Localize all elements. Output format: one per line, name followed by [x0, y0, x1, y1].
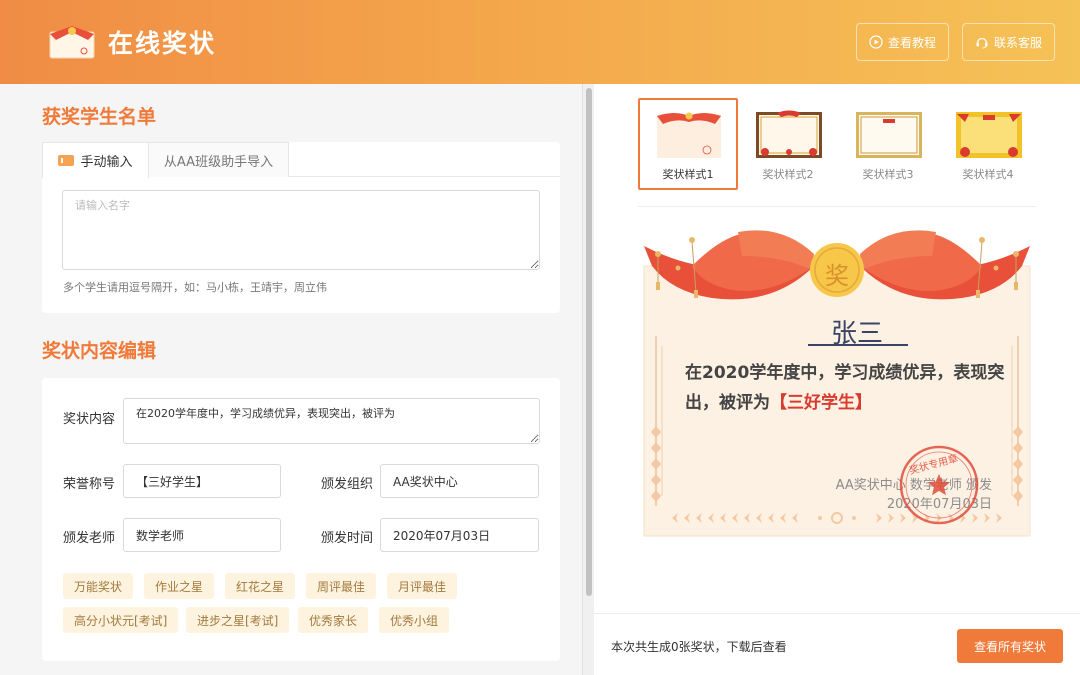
- student-names-input[interactable]: [62, 190, 540, 270]
- style-option-2[interactable]: 奖状样式2: [738, 98, 838, 190]
- preset-tag[interactable]: 周评最佳: [306, 573, 377, 599]
- issuing-teacher-input[interactable]: [123, 518, 281, 552]
- style-option-3[interactable]: 奖状样式3: [838, 98, 938, 190]
- contact-service-label: 联系客服: [993, 35, 1042, 50]
- name-underline: [808, 344, 908, 346]
- generation-count-text: 本次共生成0张奖状，下载后查看: [611, 640, 787, 654]
- style-1-thumbnail: [657, 112, 721, 158]
- org-label: 颁发组织: [321, 477, 374, 492]
- preset-tag[interactable]: 作业之星: [144, 573, 215, 599]
- tab-import-label: 从AA班级助手导入: [163, 154, 274, 170]
- view-tutorial-button[interactable]: 查看教程: [856, 23, 949, 61]
- teacher-label: 颁发老师: [63, 531, 116, 546]
- preset-tag[interactable]: 月评最佳: [387, 573, 458, 599]
- official-seal-icon: 奖状专用章: [899, 445, 979, 525]
- style-2-label: 奖状样式2: [762, 168, 814, 181]
- content-card: 奖状内容 荣誉称号 颁发组织 颁发老师 颁发时间 万能奖状 作业之星 红花之星 …: [42, 378, 560, 661]
- certificate-preview: 奖 张三 在2020学年度中，学习成绩优异，表现突出，被评为【三好学生】 AA奖…: [642, 226, 1032, 538]
- students-section-title: 获奖学生名单: [42, 106, 157, 128]
- style-1-label: 奖状样式1: [662, 168, 714, 181]
- preset-tag[interactable]: 万能奖状: [63, 573, 134, 599]
- style-option-4[interactable]: 奖状样式4: [938, 98, 1038, 190]
- editor-scrollbar[interactable]: [582, 84, 594, 675]
- certificate-body-text: 在2020学年度中，学习成绩优异，表现突出，被评为【三好学生】: [685, 358, 1005, 418]
- scrollbar-thumb[interactable]: [586, 88, 592, 596]
- honor-label: 荣誉称号: [63, 477, 116, 492]
- editor-panel: 获奖学生名单 手动输入 从AA班级助手导入 多个学生请用逗号隔开，如：马小栋，王…: [0, 84, 582, 675]
- preset-tag[interactable]: 进步之星[考试]: [186, 607, 290, 633]
- date-label: 颁发时间: [321, 531, 374, 546]
- style-2-thumbnail: [756, 110, 822, 158]
- view-all-certificates-button[interactable]: 查看所有奖状: [957, 629, 1063, 663]
- honor-title-input[interactable]: [123, 464, 281, 498]
- play-circle-icon: [869, 35, 883, 49]
- certificate-logo-icon: [49, 26, 95, 59]
- certificate-content-input[interactable]: [123, 398, 540, 444]
- edit-icon: [58, 155, 75, 166]
- award-badge-char: 奖: [825, 262, 849, 290]
- preset-tag[interactable]: 高分小状元[考试]: [63, 607, 179, 633]
- headset-icon: [976, 37, 988, 49]
- style-selector: 奖状样式1 奖状样式2 奖状样式3 奖状样式4: [638, 98, 1038, 190]
- style-4-label: 奖状样式4: [962, 168, 1014, 181]
- app-header: 在线奖状 查看教程 联系客服: [0, 0, 1080, 84]
- issuing-org-input[interactable]: [380, 464, 539, 498]
- style-4-thumbnail: [956, 112, 1022, 158]
- style-3-label: 奖状样式3: [862, 168, 914, 181]
- style-option-1[interactable]: 奖状样式1: [638, 98, 738, 190]
- preview-panel: 奖状样式1 奖状样式2 奖状样式3 奖状样式4 奖 张三 在2020学年度中，学…: [594, 84, 1080, 675]
- students-card: 手动输入 从AA班级助手导入 多个学生请用逗号隔开，如：马小栋，王靖宇，周立伟: [42, 142, 560, 313]
- tab-manual-input[interactable]: 手动输入: [42, 142, 149, 178]
- content-section-title: 奖状内容编辑: [42, 340, 157, 362]
- divider: [638, 206, 1036, 207]
- preset-tag[interactable]: 优秀家长: [298, 607, 369, 633]
- bottom-bar: 本次共生成0张奖状，下载后查看 查看所有奖状: [594, 613, 1080, 675]
- tab-manual-label: 手动输入: [80, 155, 133, 170]
- input-mode-tabs: 手动输入 从AA班级助手导入: [42, 142, 560, 178]
- tab-import-from-aa[interactable]: 从AA班级助手导入: [149, 142, 289, 177]
- certificate-honor-text: 【三好学生】: [770, 393, 872, 413]
- preset-tag[interactable]: 红花之星: [225, 573, 296, 599]
- app-title: 在线奖状: [108, 29, 217, 58]
- content-label: 奖状内容: [63, 412, 116, 427]
- contact-service-button[interactable]: 联系客服: [962, 23, 1055, 61]
- preset-tag[interactable]: 优秀小组: [379, 607, 450, 633]
- issue-date-input[interactable]: [380, 518, 539, 552]
- names-hint: 多个学生请用逗号隔开，如：马小栋，王靖宇，周立伟: [63, 281, 327, 294]
- style-3-thumbnail: [856, 112, 922, 158]
- view-tutorial-label: 查看教程: [887, 35, 936, 50]
